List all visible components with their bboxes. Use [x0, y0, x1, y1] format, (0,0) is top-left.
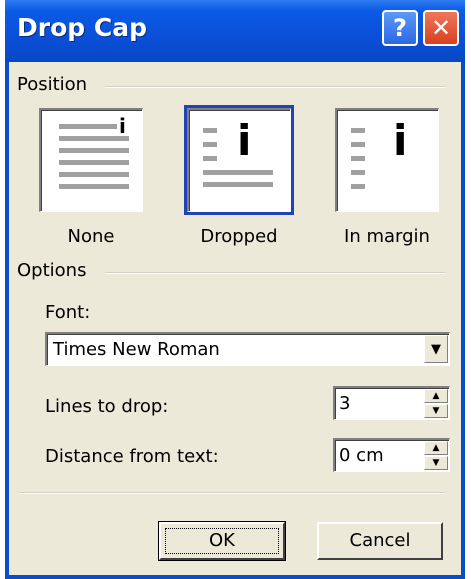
ok-button[interactable]: OK [158, 521, 286, 561]
drop-cap-glyph: i [119, 114, 126, 138]
close-button[interactable]: ✕ [423, 10, 459, 46]
arrow-down-icon: ▼ [432, 406, 440, 416]
text-line [351, 184, 365, 189]
arrow-up-icon: ▲ [432, 391, 440, 401]
drop-cap-dialog: Drop Cap ? ✕ Position i None i Dropped i… [5, 0, 465, 579]
arrow-up-icon: ▲ [432, 443, 440, 453]
position-option-none[interactable]: i [39, 108, 143, 212]
position-section-label: Position [17, 74, 96, 95]
text-line [203, 170, 273, 175]
text-line [203, 182, 273, 187]
arrow-down-icon: ▼ [432, 458, 440, 468]
text-line [351, 170, 365, 175]
text-line [351, 156, 365, 161]
font-label: Font: [45, 302, 91, 323]
text-line [203, 156, 217, 161]
position-label-in-margin[interactable]: In margin [331, 226, 443, 247]
options-section-label: Options [17, 260, 95, 281]
spin-down-button[interactable]: ▼ [424, 404, 448, 418]
position-divider [105, 86, 445, 88]
distance-from-text-spinner[interactable]: 0 cm ▲ ▼ [333, 438, 450, 472]
title-bar[interactable]: Drop Cap ? ✕ [5, 0, 465, 62]
text-line [59, 172, 129, 177]
text-line [351, 142, 365, 147]
options-divider [105, 272, 445, 274]
lines-to-drop-label: Lines to drop: [45, 396, 169, 417]
lines-to-drop-value: 3 [339, 393, 351, 414]
drop-cap-glyph: i [393, 116, 408, 165]
close-x-icon: ✕ [430, 14, 452, 42]
focus-rectangle [165, 528, 279, 554]
text-line [203, 142, 217, 147]
text-line [59, 148, 129, 153]
font-select-value: Times New Roman [53, 339, 220, 360]
text-line [59, 184, 129, 189]
spin-up-button[interactable]: ▲ [424, 441, 448, 455]
distance-from-text-value: 0 cm [339, 445, 384, 466]
spinner-buttons: ▲ ▼ [424, 441, 448, 470]
position-label-none[interactable]: None [39, 226, 143, 247]
distance-from-text-label: Distance from text: [45, 446, 219, 467]
text-line [59, 160, 129, 165]
chevron-down-icon: ▼ [431, 342, 441, 357]
dialog-title: Drop Cap [17, 13, 147, 42]
lines-to-drop-spinner[interactable]: 3 ▲ ▼ [333, 386, 450, 420]
help-button[interactable]: ? [382, 10, 418, 46]
text-line [59, 124, 117, 129]
position-label-dropped[interactable]: Dropped [181, 226, 297, 247]
drop-cap-glyph: i [237, 116, 252, 165]
buttons-divider [19, 492, 445, 494]
font-select[interactable]: Times New Roman ▼ [45, 332, 450, 366]
cancel-button[interactable]: Cancel [317, 522, 443, 560]
text-line [351, 128, 365, 133]
position-option-dropped[interactable]: i [184, 105, 294, 215]
spinner-buttons: ▲ ▼ [424, 389, 448, 418]
spin-up-button[interactable]: ▲ [424, 389, 448, 403]
spin-down-button[interactable]: ▼ [424, 456, 448, 470]
dropdown-arrow-button[interactable]: ▼ [424, 335, 448, 363]
position-option-in-margin[interactable]: i [335, 108, 439, 212]
dialog-body: Position i None i Dropped i In margin Op… [9, 62, 461, 575]
text-line [203, 128, 217, 133]
question-mark-icon: ? [393, 14, 407, 42]
cancel-button-label: Cancel [349, 530, 411, 551]
